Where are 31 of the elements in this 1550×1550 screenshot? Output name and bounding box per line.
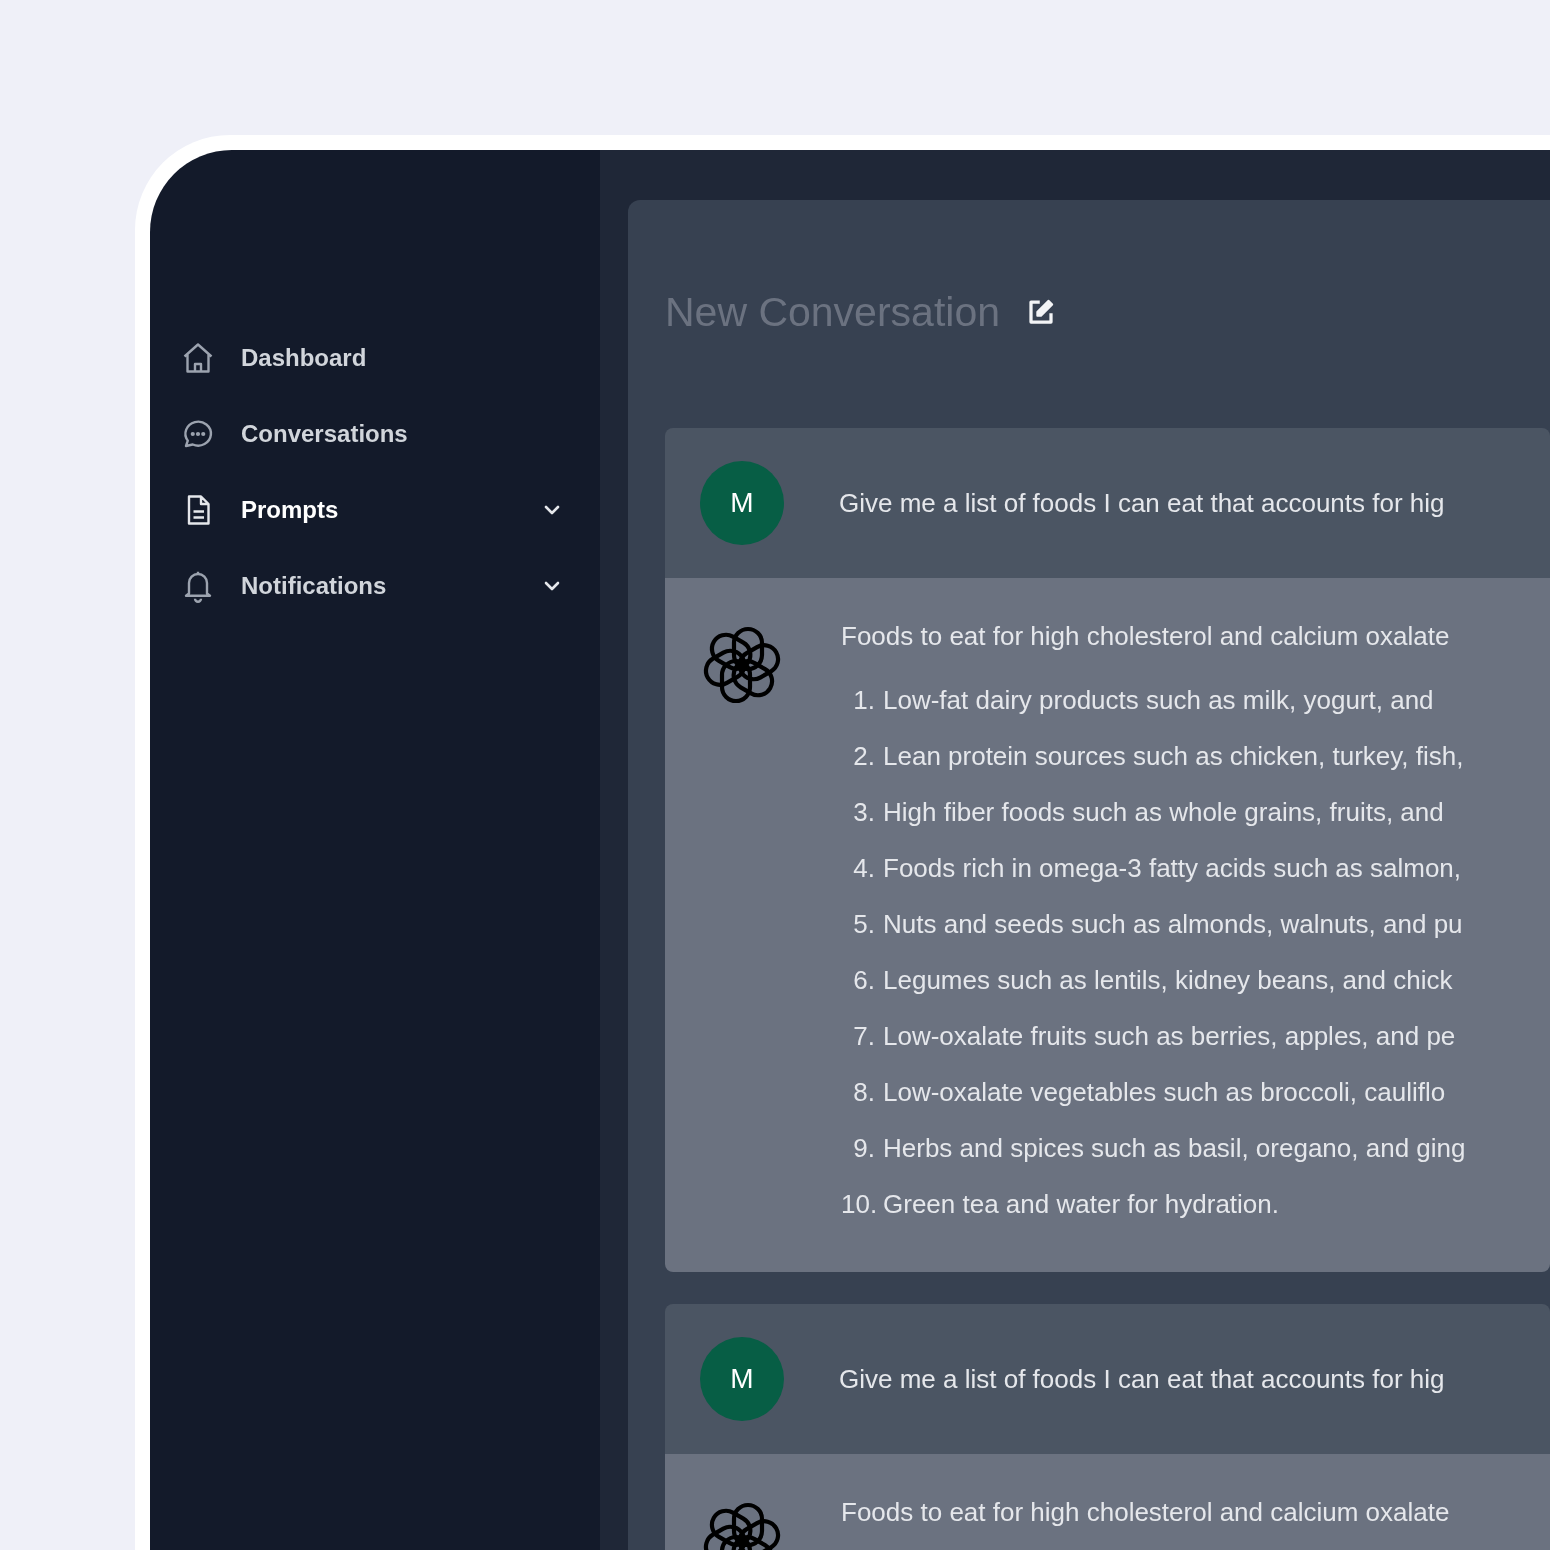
list-number: 1. — [852, 684, 875, 717]
list-number: 5. — [852, 908, 875, 941]
list-number: 3. — [852, 796, 875, 829]
list-number: 6. — [852, 964, 875, 997]
list-item-text: Green tea and water for hydration. — [883, 1188, 1279, 1221]
edit-icon[interactable] — [1026, 297, 1056, 327]
list-number: 8. — [852, 1076, 875, 1109]
sidebar-item[interactable]: Notifications — [180, 558, 570, 614]
sidebar-item[interactable]: Conversations — [180, 406, 570, 462]
list-number: 4. — [852, 852, 875, 885]
list-number: 7. — [852, 1020, 875, 1053]
list-item-text: Legumes such as lentils, kidney beans, and chick — [883, 964, 1453, 997]
assistant-intro: Foods to eat for high cholesterol and calcium oxalate — [841, 1496, 1450, 1529]
list-item-text: Foods rich in omega-3 fatty acids such as salmon, — [883, 852, 1462, 885]
user-message: Give me a list of foods I can eat that accounts for hig — [839, 487, 1445, 519]
list-item-text: Low-oxalate fruits such as berries, apples, and pe — [883, 1020, 1456, 1053]
assistant-intro: Foods to eat for high cholesterol and calcium oxalate — [841, 620, 1451, 653]
list-number: 10. — [841, 1188, 875, 1221]
user-avatar: M — [700, 461, 784, 545]
list-item-text: Low-oxalate vegetables such as broccoli, cauliflo — [883, 1076, 1446, 1109]
sidebar-item[interactable]: Prompts — [180, 482, 570, 538]
list-number: 9. — [852, 1132, 875, 1165]
list-item-text: Nuts and seeds such as almonds, walnuts, and pu — [883, 908, 1463, 941]
user-avatar: M — [700, 1337, 784, 1421]
list-item-text: High fiber foods such as whole grains, fruits, and — [883, 796, 1444, 829]
list-item-text: Lean protein sources such as chicken, turkey, fish, — [883, 740, 1464, 773]
list-item-text: Herbs and spices such as basil, oregano, and ging — [883, 1132, 1466, 1165]
user-message: Give me a list of foods I can eat that accounts for hig — [839, 1363, 1445, 1395]
list-number: 2. — [852, 740, 875, 773]
sidebar-item[interactable]: Dashboard — [180, 330, 570, 386]
list-item-text: Low-fat dairy products such as milk, yogurt, and — [883, 684, 1434, 717]
